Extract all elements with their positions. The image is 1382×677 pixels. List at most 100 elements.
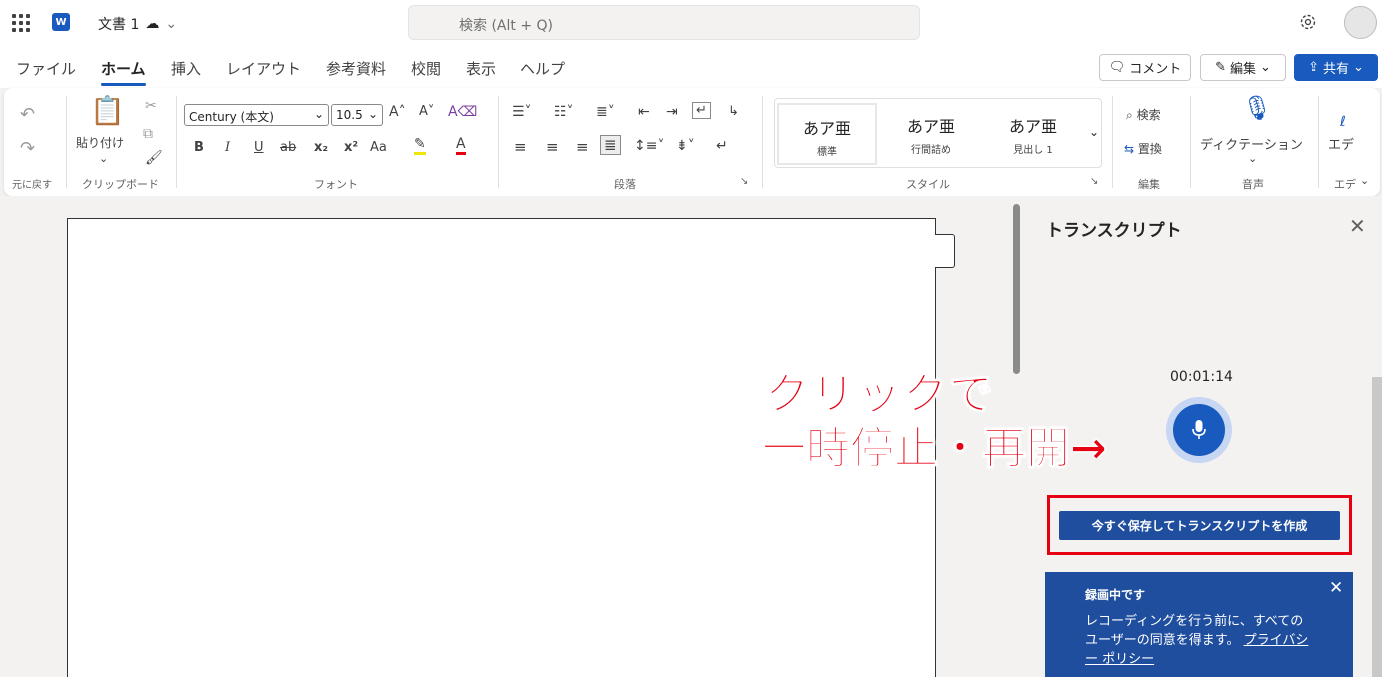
replace-icon: ⇆ xyxy=(1124,142,1135,156)
styles-gallery: あア亜 標準 あア亜 行間詰め あア亜 見出し 1 ⌄ xyxy=(774,98,1102,168)
strikethrough-button[interactable]: ab xyxy=(280,140,296,155)
clear-format-icon[interactable]: A⌫ xyxy=(448,104,477,120)
format-painter-icon[interactable]: 🖌 xyxy=(145,150,163,166)
decrease-indent-icon[interactable]: ⇤ xyxy=(638,104,650,120)
tab-references[interactable]: 参考資料 xyxy=(326,58,386,79)
line-spacing-icon[interactable]: ↕≡˅ xyxy=(634,138,664,154)
recording-notice: 録画中です ✕ レコーディングを行う前に、すべてのユーザーの同意を得ます。 プラ… xyxy=(1045,572,1353,677)
chevron-down-icon[interactable]: ⌄ xyxy=(99,152,108,165)
find-button[interactable]: ⌕ 検索 xyxy=(1126,106,1161,123)
underline-button[interactable]: U xyxy=(254,140,264,155)
microphone-icon[interactable]: 🎙 xyxy=(1242,94,1272,122)
notice-body: レコーディングを行う前に、すべてのユーザーの同意を得ます。 プライバシー ポリシ… xyxy=(1085,612,1311,669)
pause-resume-button[interactable] xyxy=(1173,404,1225,456)
document-scrollbar[interactable] xyxy=(1013,204,1020,374)
style-normal[interactable]: あア亜 標準 xyxy=(777,103,877,165)
word-logo-icon[interactable]: W xyxy=(52,13,70,31)
replace-label: 置換 xyxy=(1137,142,1162,156)
share-icon: ⇪ xyxy=(1308,60,1319,75)
highlight-icon[interactable]: ✎ xyxy=(414,136,426,155)
close-icon[interactable]: ✕ xyxy=(1349,214,1366,238)
increase-indent-icon[interactable]: ⇥ xyxy=(666,104,678,120)
font-color-icon[interactable]: A xyxy=(456,136,466,155)
dictation-button[interactable]: ディクテーション xyxy=(1200,134,1303,153)
cut-icon[interactable]: ✂ xyxy=(145,98,157,114)
italic-button[interactable]: I xyxy=(225,140,230,155)
edit-mode-button[interactable]: ✎ 編集 ⌄ xyxy=(1200,54,1286,81)
chevron-down-icon: ⌄ xyxy=(1353,60,1364,75)
justify-icon[interactable]: ≣ xyxy=(600,135,621,155)
bold-button[interactable]: B xyxy=(194,140,204,155)
dialog-launcher-icon[interactable]: ↘ xyxy=(740,176,748,187)
numbering-icon[interactable]: ☷˅ xyxy=(554,104,574,120)
comment-button[interactable]: 🗨 コメント xyxy=(1099,54,1191,81)
undo-icon[interactable]: ↶ xyxy=(20,104,35,125)
ltr-icon[interactable]: ↵ xyxy=(692,102,711,119)
search-icon: ⌕ xyxy=(1126,108,1133,122)
align-right-icon[interactable]: ≡ xyxy=(576,138,589,156)
edit-group-label: 編集 xyxy=(1138,178,1160,191)
chevron-down-icon[interactable]: ⌄ xyxy=(1360,174,1369,187)
tab-review[interactable]: 校閲 xyxy=(411,58,441,79)
chevron-down-icon[interactable]: ⌄ xyxy=(1089,125,1099,139)
style-group-label: スタイル xyxy=(906,178,950,191)
close-icon[interactable]: ✕ xyxy=(1329,578,1343,598)
tab-home[interactable]: ホーム xyxy=(101,58,146,86)
align-center-icon[interactable]: ≡ xyxy=(546,138,559,156)
chevron-down-icon[interactable]: ⌄ xyxy=(1248,152,1257,165)
saved-status-icon: ☁ xyxy=(145,16,160,32)
app-launcher-icon[interactable] xyxy=(12,14,30,32)
paste-label[interactable]: 貼り付け xyxy=(76,134,124,151)
tab-file[interactable]: ファイル xyxy=(16,58,76,79)
style-preview: あア亜 xyxy=(802,119,851,138)
pane-scrollbar[interactable] xyxy=(1372,377,1382,677)
tab-help[interactable]: ヘルプ xyxy=(520,58,565,79)
avatar[interactable] xyxy=(1344,6,1377,39)
multilevel-list-icon[interactable]: ≣˅ xyxy=(596,104,615,120)
dialog-launcher-icon[interactable]: ↘ xyxy=(1090,176,1098,187)
notice-title: 録画中です xyxy=(1085,588,1146,602)
chevron-down-icon: ⌄ xyxy=(1260,60,1271,75)
chevron-down-icon: ⌄ xyxy=(313,107,324,121)
share-button[interactable]: ⇪ 共有 ⌄ xyxy=(1294,54,1378,81)
editor-button[interactable]: エデ xyxy=(1328,134,1354,153)
tab-view[interactable]: 表示 xyxy=(466,58,496,79)
tab-layout[interactable]: レイアウト xyxy=(226,58,301,79)
align-left-icon[interactable]: ≡ xyxy=(514,138,527,156)
editor-group-label: エデ xyxy=(1334,178,1356,191)
superscript-button[interactable]: x² xyxy=(344,140,358,155)
replace-button[interactable]: ⇆ 置換 xyxy=(1124,140,1162,157)
redo-icon[interactable]: ↷ xyxy=(20,138,35,159)
rtl-icon[interactable]: ↳ xyxy=(728,104,739,119)
font-name-select[interactable]: Century (本文) ⌄ xyxy=(184,104,329,126)
paste-icon[interactable]: 📋 xyxy=(90,94,125,127)
change-case-button[interactable]: Aa xyxy=(370,140,387,155)
gear-icon[interactable] xyxy=(1298,12,1318,32)
copy-icon[interactable]: ⧉ xyxy=(143,126,153,142)
search-box[interactable]: 検索 (Alt + Q) xyxy=(408,5,920,40)
share-button-label: 共有 xyxy=(1322,62,1349,77)
bullets-icon[interactable]: ☰˅ xyxy=(512,104,532,120)
font-name-value: Century (本文) xyxy=(189,110,274,124)
document-title[interactable]: 文書 1 ☁ ⌄ xyxy=(98,14,177,34)
shrink-font-icon[interactable]: A˅ xyxy=(419,104,434,119)
paragraph-spacing-icon[interactable]: ⇟˅ xyxy=(676,138,695,154)
font-size-select[interactable]: 10.5 ⌄ xyxy=(331,104,383,126)
tab-insert[interactable]: 挿入 xyxy=(171,58,201,79)
style-no-spacing[interactable]: あア亜 行間詰め xyxy=(881,103,981,165)
style-preview: あア亜 xyxy=(1008,117,1057,136)
paragraph-mark-icon[interactable]: ↵ xyxy=(716,138,728,154)
search-placeholder: 検索 (Alt + Q) xyxy=(459,18,553,34)
font-group-label: フォント xyxy=(314,178,358,191)
editor-icon[interactable]: ℓ xyxy=(1340,114,1346,130)
chevron-down-icon: ⌄ xyxy=(367,107,378,121)
chevron-down-icon[interactable]: ⌄ xyxy=(165,16,177,32)
grow-font-icon[interactable]: A˄ xyxy=(389,104,406,120)
recording-timer: 00:01:14 xyxy=(1170,369,1233,385)
style-heading-1[interactable]: あア亜 見出し 1 xyxy=(983,103,1083,165)
clipboard-group-label: クリップボード xyxy=(82,178,159,191)
save-and-transcribe-button[interactable]: 今すぐ保存してトランスクリプトを作成 xyxy=(1059,511,1340,540)
subscript-button[interactable]: x₂ xyxy=(314,140,328,155)
title-bar: W 文書 1 ☁ ⌄ 検索 (Alt + Q) xyxy=(0,0,1382,46)
undo-group-label: 元に戻す xyxy=(12,180,52,191)
